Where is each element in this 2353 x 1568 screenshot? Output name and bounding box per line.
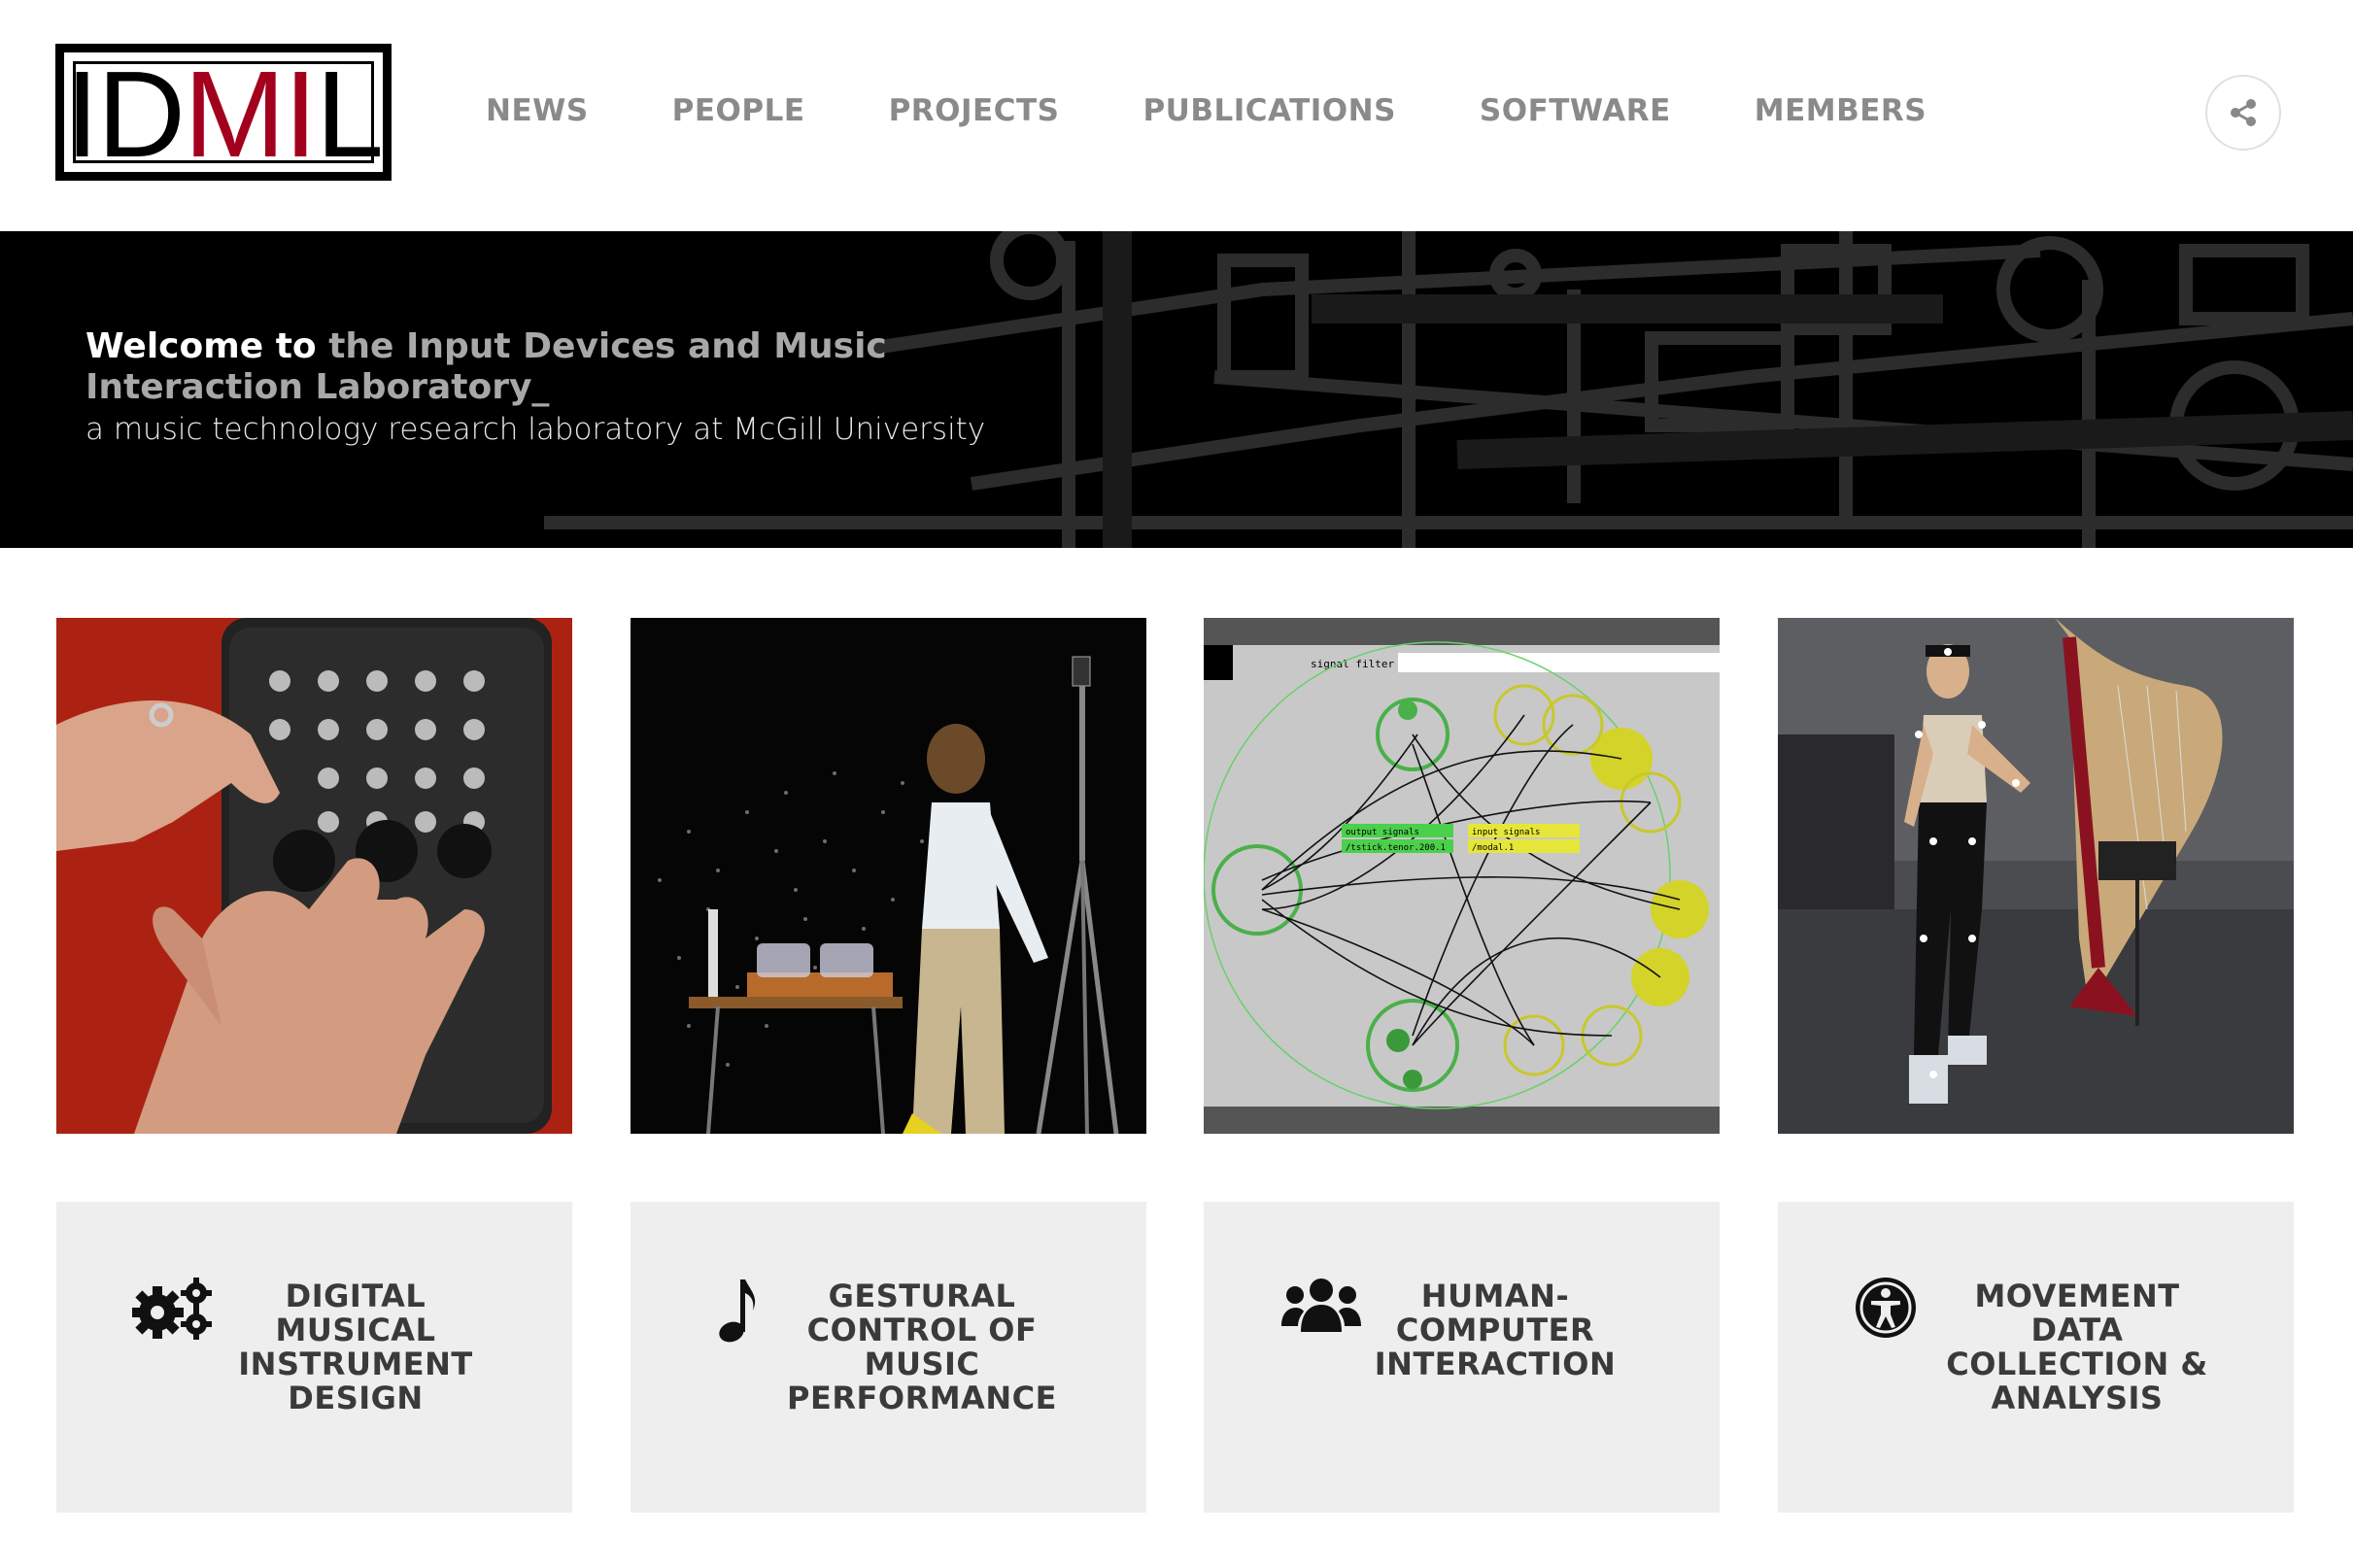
card-label: DIGITAL MUSICAL INSTRUMENT DESIGN [238, 1278, 473, 1416]
music-note-icon [719, 1279, 756, 1343]
logo-part-l: L [315, 45, 384, 183]
hero-banner: Welcome to the Input Devices and Music I… [0, 231, 2353, 548]
card-movement-data[interactable]: MOVEMENT DATA COLLECTION & ANALYSIS [1778, 1202, 2294, 1513]
image-harpist-motion-capture[interactable] [1778, 618, 2294, 1134]
gears-icon [132, 1278, 212, 1340]
image-performer-stage[interactable] [631, 618, 1146, 1134]
card-label: GESTURAL CONTROL OF MUSIC PERFORMANCE [787, 1278, 1057, 1416]
hero-title: Welcome to the Input Devices and Music I… [85, 326, 1115, 408]
hero-welcome: Welcome to [85, 326, 317, 366]
nav-publications[interactable]: PUBLICATIONS [1142, 93, 1395, 128]
nav-news[interactable]: NEWS [486, 93, 589, 128]
accessibility-icon [1856, 1278, 1916, 1338]
nav-members[interactable]: MEMBERS [1755, 93, 1927, 128]
image-dmi-controller[interactable] [56, 618, 572, 1134]
card-hci[interactable]: HUMAN-COMPUTER INTERACTION [1204, 1202, 1720, 1513]
patch-input-value: /modal.1 [1472, 843, 1514, 853]
card-gestural-control[interactable]: GESTURAL CONTROL OF MUSIC PERFORMANCE [631, 1202, 1146, 1513]
nav-software[interactable]: SOFTWARE [1480, 93, 1671, 128]
patch-output-label: output signals [1346, 828, 1419, 837]
image-signal-filter-patch[interactable]: signal filter output signals /tstick.ten… [1204, 618, 1720, 1134]
patch-input-label: input signals [1472, 828, 1540, 837]
hero-text: Welcome to the Input Devices and Music I… [85, 326, 1115, 447]
card-label: HUMAN-COMPUTER INTERACTION [1374, 1278, 1617, 1382]
patch-output-value: /tstick.tenor.200.1 [1346, 843, 1446, 853]
patch-window-title: signal filter [1311, 658, 1394, 670]
hero-subtitle: a music technology research laboratory a… [85, 412, 986, 447]
share-icon [2231, 99, 2256, 126]
logo-part-mi: MI [183, 45, 318, 183]
share-button[interactable] [2205, 75, 2281, 151]
nav-people[interactable]: PEOPLE [672, 93, 805, 128]
site-header: IDMIL NEWS PEOPLE PROJECTS PUBLICATIONS … [0, 0, 2353, 231]
logo-text: IDMIL [65, 52, 384, 176]
logo-part-id: ID [64, 45, 186, 183]
card-dmi-design[interactable]: DIGITAL MUSICAL INSTRUMENT DESIGN [56, 1202, 572, 1513]
nav-projects[interactable]: PROJECTS [889, 93, 1060, 128]
card-label: MOVEMENT DATA COLLECTION & ANALYSIS [1946, 1278, 2208, 1416]
idmil-logo[interactable]: IDMIL [55, 44, 392, 181]
main-nav: NEWS PEOPLE PROJECTS PUBLICATIONS SOFTWA… [486, 93, 2010, 128]
